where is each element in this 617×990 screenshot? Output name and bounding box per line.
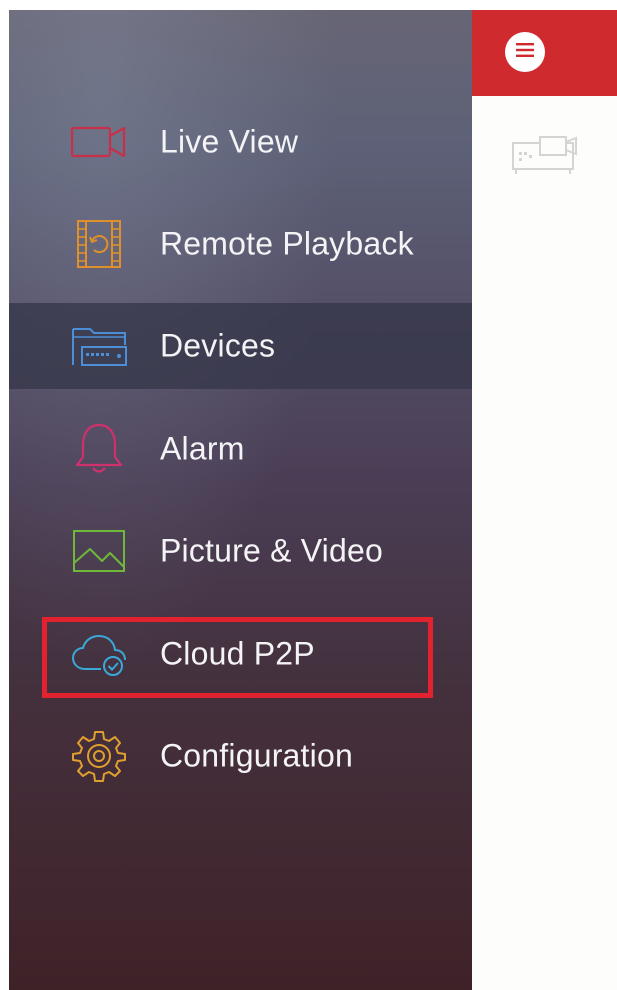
menu-item-label: Configuration [160,737,353,774]
video-camera-icon [69,116,129,168]
menu-item-label: Picture & Video [160,532,383,569]
film-playback-icon [69,218,129,270]
menu-item-label: Cloud P2P [160,635,315,672]
menu-item-label: Devices [160,327,276,364]
menu-item-label: Remote Playback [160,225,414,262]
bell-icon [69,423,129,475]
picture-icon [69,525,129,577]
cloud-check-icon [69,628,129,680]
menu-item-label: Alarm [160,430,245,467]
menu-item-live-view[interactable]: Live View [9,99,472,185]
menu-item-label: Live View [160,123,299,160]
navigation-drawer: Live View Remote Playback Devices Alarm … [9,10,472,990]
menu-item-remote-playback[interactable]: Remote Playback [9,201,472,287]
hamburger-menu-icon [516,42,534,62]
top-bar [472,10,617,96]
menu-item-devices[interactable]: Devices [9,303,472,389]
main-content-panel [472,10,617,990]
menu-item-picture-video[interactable]: Picture & Video [9,508,472,594]
menu-item-alarm[interactable]: Alarm [9,406,472,492]
device-folder-icon [69,320,129,372]
device-recorder-icon[interactable] [510,133,586,182]
menu-item-configuration[interactable]: Configuration [9,713,472,799]
hamburger-menu-button[interactable] [505,32,545,72]
gear-icon [69,730,129,782]
menu-item-cloud-p2p[interactable]: Cloud P2P [9,611,472,697]
